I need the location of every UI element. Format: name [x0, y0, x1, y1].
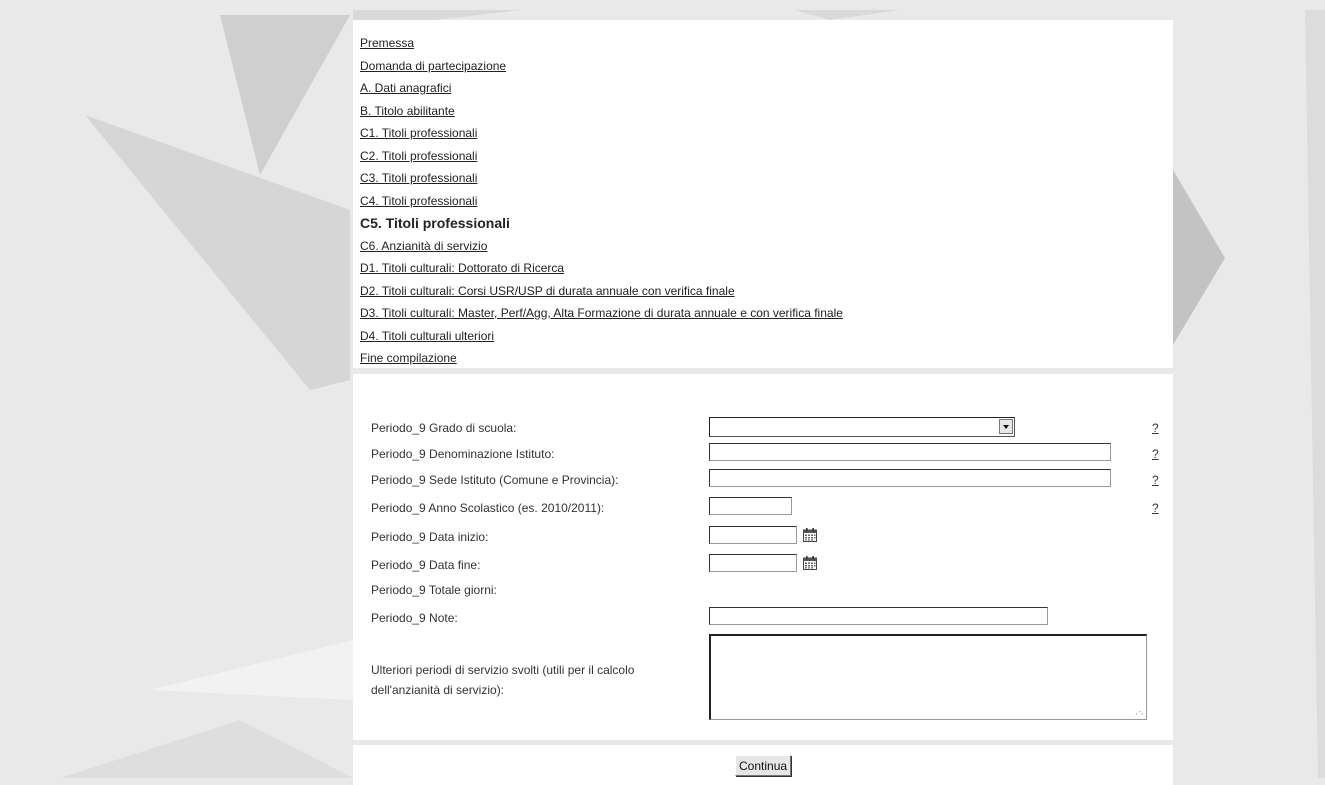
- data-fine-input[interactable]: [709, 554, 797, 572]
- nav-item-b[interactable]: B. Titolo abilitante: [360, 100, 1173, 123]
- row-data-fine: Periodo_9 Data fine:: [353, 554, 1173, 576]
- nav-item-d3[interactable]: D3. Titoli culturali: Master, Perf/Agg, …: [360, 302, 1173, 325]
- anno-help-link[interactable]: ?: [1152, 501, 1159, 515]
- continue-button[interactable]: Continua: [735, 755, 792, 776]
- denominazione-label: Periodo_9 Denominazione Istituto:: [371, 447, 555, 461]
- anno-label: Periodo_9 Anno Scolastico (es. 2010/2011…: [371, 501, 605, 515]
- row-note: Periodo_9 Note:: [353, 607, 1173, 629]
- nav-item-domanda[interactable]: Domanda di partecipazione: [360, 55, 1173, 78]
- row-totale-giorni: Periodo_9 Totale giorni:: [353, 579, 1173, 601]
- chevron-down-icon[interactable]: [999, 419, 1013, 434]
- nav-item-c5-current: C5. Titoli professionali: [360, 215, 510, 231]
- nav-item-d1[interactable]: D1. Titoli culturali: Dottorato di Ricer…: [360, 257, 1173, 280]
- nav-item-fine[interactable]: Fine compilazione: [360, 347, 1173, 370]
- nav-item-d2[interactable]: D2. Titoli culturali: Corsi USR/USP di d…: [360, 280, 1173, 303]
- totale-giorni-label: Periodo_9 Totale giorni:: [371, 583, 497, 597]
- nav-item-a[interactable]: A. Dati anagrafici: [360, 77, 1173, 100]
- grado-label: Periodo_9 Grado di scuola:: [371, 421, 517, 435]
- nav-item-d4[interactable]: D4. Titoli culturali ulteriori: [360, 325, 1173, 348]
- data-fine-label: Periodo_9 Data fine:: [371, 558, 481, 572]
- sede-label: Periodo_9 Sede Istituto (Comune e Provin…: [371, 473, 619, 487]
- grado-select[interactable]: [709, 417, 1015, 437]
- nav-item-premessa[interactable]: Premessa: [360, 32, 1173, 55]
- denominazione-input[interactable]: [709, 443, 1111, 461]
- row-anno: Periodo_9 Anno Scolastico (es. 2010/2011…: [353, 497, 1173, 519]
- nav-item-c3[interactable]: C3. Titoli professionali: [360, 167, 1173, 190]
- nav-item-c1[interactable]: C1. Titoli professionali: [360, 122, 1173, 145]
- resize-grip-icon[interactable]: ⠠⠢: [1132, 709, 1144, 717]
- row-grado: Periodo_9 Grado di scuola: ?: [353, 417, 1173, 439]
- row-sede: Periodo_9 Sede Istituto (Comune e Provin…: [353, 469, 1173, 491]
- sede-help-link[interactable]: ?: [1152, 473, 1159, 487]
- nav-item-c2[interactable]: C2. Titoli professionali: [360, 145, 1173, 168]
- calendar-icon[interactable]: [803, 528, 817, 542]
- ulteriori-label: Ulteriori periodi di servizio svolti (ut…: [371, 663, 635, 697]
- sede-input[interactable]: [709, 469, 1111, 487]
- anno-input[interactable]: [709, 497, 792, 515]
- actions-panel: Continua: [353, 745, 1173, 785]
- data-inizio-input[interactable]: [709, 526, 797, 544]
- note-label: Periodo_9 Note:: [371, 611, 458, 625]
- calendar-icon[interactable]: [803, 556, 817, 570]
- nav-item-c4[interactable]: C4. Titoli professionali: [360, 190, 1173, 213]
- denominazione-help-link[interactable]: ?: [1152, 447, 1159, 461]
- nav-item-c6[interactable]: C6. Anzianità di servizio: [360, 235, 1173, 258]
- ulteriori-textarea[interactable]: ⠠⠢: [709, 634, 1147, 720]
- navigation-panel: Premessa Domanda di partecipazione A. Da…: [353, 20, 1173, 368]
- form-panel: Periodo_9 Grado di scuola: ? Periodo_9 D…: [353, 374, 1173, 740]
- data-inizio-label: Periodo_9 Data inizio:: [371, 530, 489, 544]
- row-denominazione: Periodo_9 Denominazione Istituto: ?: [353, 443, 1173, 465]
- row-data-inizio: Periodo_9 Data inizio:: [353, 526, 1173, 548]
- grado-help-link[interactable]: ?: [1152, 421, 1159, 435]
- note-input[interactable]: [709, 607, 1048, 625]
